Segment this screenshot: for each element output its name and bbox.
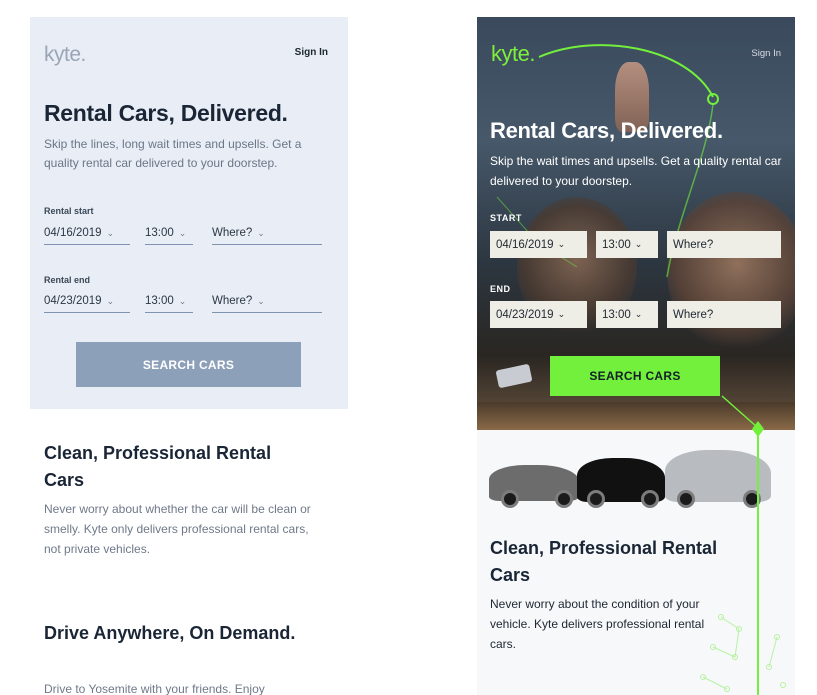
chevron-down-icon: ⌄ <box>257 296 265 306</box>
wheel-icon <box>555 490 573 508</box>
start-time-select[interactable]: 13:00 ⌄ <box>145 227 193 245</box>
page-title: Rental Cars, Delivered. <box>490 118 723 143</box>
chevron-down-icon: ⌄ <box>634 239 643 249</box>
end-date-value: 04/23/2019 <box>496 308 554 321</box>
wheel-icon <box>743 490 761 508</box>
hero-subtitle: Skip the wait times and upsells. Get a q… <box>490 154 782 188</box>
section-title-clean: Clean, Professional Rental Cars <box>490 538 718 585</box>
left-mockup: kyte. Sign In Rental Cars, Delivered. Sk… <box>30 17 348 695</box>
end-date-select[interactable]: 04/23/2019 ⌄ <box>44 295 130 313</box>
start-label: START <box>490 213 522 223</box>
section-title-clean: Clean, Professional Rental Cars <box>44 443 272 490</box>
chevron-down-icon: ⌄ <box>106 296 115 306</box>
start-location-select[interactable]: Where? ⌄ <box>212 227 322 245</box>
section-text-clean: Never worry about the condition of your … <box>490 597 705 651</box>
hero-photo-dashboard <box>477 402 795 430</box>
start-time-value: 13:00 <box>602 238 631 251</box>
end-date-value: 04/23/2019 <box>44 295 102 307</box>
start-date-select[interactable]: 04/16/2019 ⌄ <box>44 227 130 245</box>
chevron-down-icon: ⌄ <box>178 296 187 306</box>
wheel-icon <box>641 490 659 508</box>
start-time-select[interactable]: 13:00 ⌄ <box>596 231 658 258</box>
page-title: Rental Cars, Delivered. <box>44 100 288 126</box>
end-time-value: 13:00 <box>602 308 631 321</box>
rental-end-label: Rental end <box>44 275 91 285</box>
end-location-select[interactable]: Where? ⌄ <box>212 295 322 313</box>
logo[interactable]: kyte. <box>491 41 535 67</box>
start-location-value: Where? <box>673 238 714 251</box>
left-hero: kyte. Sign In Rental Cars, Delivered. Sk… <box>30 17 348 409</box>
start-location-value: Where? <box>212 227 253 239</box>
chevron-down-icon: ⌄ <box>106 228 115 238</box>
section-text-clean: Never worry about whether the car will b… <box>44 502 311 556</box>
chevron-down-icon: ⌄ <box>178 228 187 238</box>
right-mockup: kyte. Sign In Rental Cars, Delivered. Sk… <box>477 17 795 695</box>
end-location-value: Where? <box>673 308 714 321</box>
sign-in-link[interactable]: Sign In <box>295 47 328 58</box>
section-text-drive: Drive to Yosemite with your friends. Enj… <box>44 682 265 695</box>
end-location-input[interactable]: Where? <box>667 301 781 328</box>
wheel-icon <box>501 490 519 508</box>
sign-in-link[interactable]: Sign In <box>751 48 781 59</box>
end-time-value: 13:00 <box>145 295 174 307</box>
phone-icon <box>495 363 533 389</box>
chevron-down-icon: ⌄ <box>557 309 566 319</box>
search-cars-button[interactable]: SEARCH CARS <box>550 356 720 396</box>
end-time-select[interactable]: 13:00 ⌄ <box>596 301 658 328</box>
start-location-input[interactable]: Where? <box>667 231 781 258</box>
hero-photo-person-right <box>667 192 795 352</box>
end-time-select[interactable]: 13:00 ⌄ <box>145 295 193 313</box>
hero-subtitle: Skip the lines, long wait times and upse… <box>44 137 302 170</box>
chevron-down-icon: ⌄ <box>257 228 265 238</box>
end-location-value: Where? <box>212 295 253 307</box>
logo[interactable]: kyte. <box>44 43 86 67</box>
start-date-value: 04/16/2019 <box>44 227 102 239</box>
rental-start-label: Rental start <box>44 206 94 216</box>
start-date-select[interactable]: 04/16/2019 ⌄ <box>490 231 587 258</box>
start-time-value: 13:00 <box>145 227 174 239</box>
start-date-value: 04/16/2019 <box>496 238 554 251</box>
wheel-icon <box>677 490 695 508</box>
end-label: END <box>490 284 511 294</box>
wheel-icon <box>587 490 605 508</box>
chevron-down-icon: ⌄ <box>557 239 566 249</box>
search-cars-button[interactable]: SEARCH CARS <box>76 342 301 387</box>
chevron-down-icon: ⌄ <box>634 309 643 319</box>
section-title-drive: Drive Anywhere, On Demand. <box>44 623 296 643</box>
end-date-select[interactable]: 04/23/2019 ⌄ <box>490 301 587 328</box>
